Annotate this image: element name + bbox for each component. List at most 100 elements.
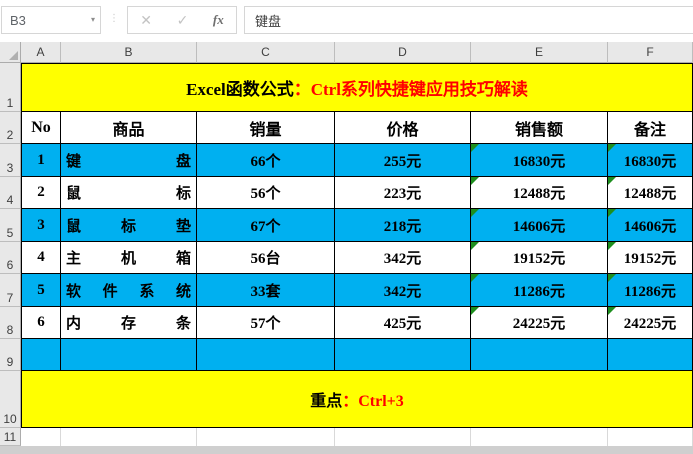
name-box[interactable]: B3 ▾ <box>1 6 101 34</box>
cell-E9[interactable] <box>471 339 608 371</box>
cancel-icon[interactable]: ✕ <box>140 12 152 29</box>
cell-B3[interactable]: 键盘 <box>61 144 197 177</box>
cell-C3[interactable]: 66个 <box>197 144 335 177</box>
formula-input[interactable]: 键盘 <box>244 6 693 34</box>
formula-toolbar: B3 ▾ ⋮ ✕ ✓ fx 键盘 <box>0 0 693 42</box>
title-banner-cell[interactable]: Excel函数公式 ：Ctrl系列快捷键应用技巧解读 <box>21 63 693 112</box>
cell-E7[interactable]: 11286元 <box>471 274 608 307</box>
row-header-10[interactable]: 10 <box>0 371 21 428</box>
cell-B2[interactable]: 商品 <box>61 112 197 144</box>
green-triangle-icon <box>608 242 616 250</box>
insert-function-icon[interactable]: fx <box>213 12 224 28</box>
cell-A3[interactable]: 1 <box>21 144 61 177</box>
green-triangle-icon <box>471 177 479 185</box>
cell-C5[interactable]: 67个 <box>197 209 335 242</box>
cell-B8[interactable]: 内存条 <box>61 307 197 339</box>
cell-B7[interactable]: 软件系统 <box>61 274 197 307</box>
chevron-down-icon[interactable]: ▾ <box>91 16 95 24</box>
cell-A7[interactable]: 5 <box>21 274 61 307</box>
cell-D11[interactable] <box>335 428 471 446</box>
cell-value: 12488元 <box>623 186 677 202</box>
column-header-C[interactable]: C <box>197 42 335 63</box>
cell-F3[interactable]: 16830元 <box>608 144 693 177</box>
cell-D9[interactable] <box>335 339 471 371</box>
cell-value: 14606元 <box>623 218 677 235</box>
cell-F5[interactable]: 14606元 <box>608 209 693 242</box>
cell-B9[interactable] <box>61 339 197 371</box>
cell-E6[interactable]: 19152元 <box>471 242 608 274</box>
cell-F8[interactable]: 24225元 <box>608 307 693 339</box>
row-header-3[interactable]: 3 <box>0 144 21 177</box>
cell-B6[interactable]: 主机箱 <box>61 242 197 274</box>
cell-C6[interactable]: 56台 <box>197 242 335 274</box>
cell-value: 11286元 <box>624 283 676 300</box>
column-header-F[interactable]: F <box>608 42 693 63</box>
cell-A4[interactable]: 2 <box>21 177 61 209</box>
row-header-5[interactable]: 5 <box>0 209 21 242</box>
cell-F6[interactable]: 19152元 <box>608 242 693 274</box>
cell-A6[interactable]: 4 <box>21 242 61 274</box>
green-triangle-icon <box>471 307 479 315</box>
cell-D4[interactable]: 223元 <box>335 177 471 209</box>
green-triangle-icon <box>608 177 616 185</box>
column-header-A[interactable]: A <box>21 42 61 63</box>
confirm-icon[interactable]: ✓ <box>177 12 189 29</box>
green-triangle-icon <box>608 274 616 282</box>
row-header-4[interactable]: 4 <box>0 177 21 209</box>
cell-C8[interactable]: 57个 <box>197 307 335 339</box>
cell-E11[interactable] <box>471 428 608 446</box>
bottom-strip <box>0 446 693 454</box>
row-header-8[interactable]: 8 <box>0 307 21 339</box>
column-header-D[interactable]: D <box>335 42 471 63</box>
row-header-9[interactable]: 9 <box>0 339 21 371</box>
cell-D2[interactable]: 价格 <box>335 112 471 144</box>
green-triangle-icon <box>608 307 616 315</box>
formula-value: 键盘 <box>255 13 282 29</box>
cell-A8[interactable]: 6 <box>21 307 61 339</box>
cell-B4[interactable]: 鼠标 <box>61 177 197 209</box>
footer-banner-cell[interactable]: 重点 ：Ctrl+3 <box>21 371 693 428</box>
cell-D8[interactable]: 425元 <box>335 307 471 339</box>
sheet-row-3: 3 1 键盘 66个 255元 16830元 16830元 <box>0 144 693 177</box>
cell-B11[interactable] <box>61 428 197 446</box>
cell-D3[interactable]: 255元 <box>335 144 471 177</box>
cell-F11[interactable] <box>608 428 693 446</box>
title-black-text: Excel函数公式 <box>186 80 294 99</box>
column-header-E[interactable]: E <box>471 42 608 63</box>
sheet-row-11: 11 <box>0 428 693 446</box>
cell-D5[interactable]: 218元 <box>335 209 471 242</box>
select-all-triangle-icon <box>9 51 18 60</box>
select-all-button[interactable] <box>0 42 21 63</box>
cell-A9[interactable] <box>21 339 61 371</box>
cell-C7[interactable]: 33套 <box>197 274 335 307</box>
cell-F2[interactable]: 备注 <box>608 112 693 144</box>
cell-E4[interactable]: 12488元 <box>471 177 608 209</box>
column-header-B[interactable]: B <box>61 42 197 63</box>
row-header-11[interactable]: 11 <box>0 428 21 446</box>
cell-A11[interactable] <box>21 428 61 446</box>
cell-value: 19152元 <box>512 251 566 267</box>
cell-E3[interactable]: 16830元 <box>471 144 608 177</box>
cell-D6[interactable]: 342元 <box>335 242 471 274</box>
cell-E8[interactable]: 24225元 <box>471 307 608 339</box>
row-header-6[interactable]: 6 <box>0 242 21 274</box>
row-header-7[interactable]: 7 <box>0 274 21 307</box>
row-header-2[interactable]: 2 <box>0 112 21 144</box>
green-triangle-icon <box>471 209 479 217</box>
cell-F9[interactable] <box>608 339 693 371</box>
cell-A5[interactable]: 3 <box>21 209 61 242</box>
sheet-row-5: 5 3 鼠标垫 67个 218元 14606元 14606元 <box>0 209 693 242</box>
cell-C4[interactable]: 56个 <box>197 177 335 209</box>
cell-E2[interactable]: 销售额 <box>471 112 608 144</box>
cell-D7[interactable]: 342元 <box>335 274 471 307</box>
cell-F4[interactable]: 12488元 <box>608 177 693 209</box>
cell-E5[interactable]: 14606元 <box>471 209 608 242</box>
cell-C11[interactable] <box>197 428 335 446</box>
cell-value: 12488元 <box>512 186 566 202</box>
cell-B5[interactable]: 鼠标垫 <box>61 209 197 242</box>
cell-C2[interactable]: 销量 <box>197 112 335 144</box>
row-header-1[interactable]: 1 <box>0 63 21 112</box>
cell-C9[interactable] <box>197 339 335 371</box>
cell-F7[interactable]: 11286元 <box>608 274 693 307</box>
cell-A2[interactable]: No <box>21 112 61 144</box>
